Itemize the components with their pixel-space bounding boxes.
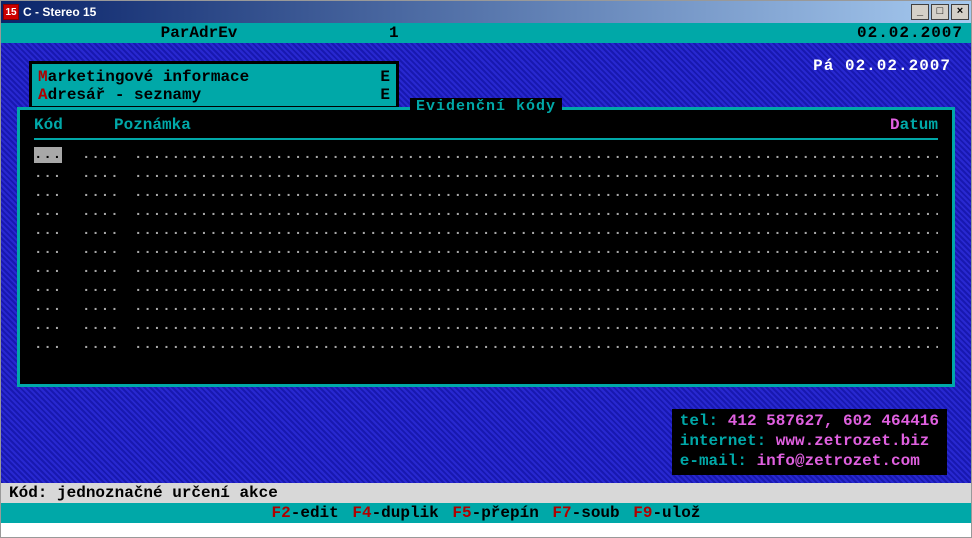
workspace: Pá 02.02.2007 Marketingové informace E A… (1, 43, 971, 483)
app-window: 15 C - Stereo 15 _ □ × ParAdrEv 1 02.02.… (0, 0, 972, 538)
fkey-f2-label: -edit (291, 504, 339, 522)
grid-row[interactable]: ........................................… (34, 146, 938, 165)
maximize-button[interactable]: □ (931, 4, 949, 20)
column-header-datum: Datum (858, 116, 938, 134)
fkey-f4-label: -duplik (372, 504, 439, 522)
mail-value: info@zetrozet.com (757, 452, 920, 470)
fkey-f7[interactable]: F7 (552, 504, 571, 522)
grid-row[interactable]: ........................................… (34, 298, 938, 317)
status-date: 02.02.2007 (589, 23, 963, 43)
mail-label: e-mail: (680, 452, 757, 470)
fkey-f7-label: -soub (572, 504, 620, 522)
menu-item[interactable]: Adresář - seznamy E (38, 86, 390, 104)
column-header-kod: Kód (34, 116, 114, 134)
grid-row[interactable]: ........................................… (34, 241, 938, 260)
dialog-evidencni-kody: Evidenční kódy Kód Poznámka Datum ......… (17, 107, 955, 387)
terminal-area: ParAdrEv 1 02.02.2007 Pá 02.02.2007 Mark… (1, 23, 971, 537)
dialog-title: Evidenční kódy (410, 98, 562, 115)
column-header-poznamka: Poznámka (114, 116, 858, 134)
tel-label: tel: (680, 412, 728, 430)
grid-row[interactable]: ........................................… (34, 203, 938, 222)
grid-row[interactable]: ........................................… (34, 260, 938, 279)
fkey-f9[interactable]: F9 (633, 504, 652, 522)
status-left: ParAdrEv (9, 23, 389, 43)
menu-label: dresář - seznamy (48, 86, 202, 104)
app-icon: 15 (3, 4, 19, 20)
minimize-button[interactable]: _ (911, 4, 929, 20)
grid-row[interactable]: ........................................… (34, 279, 938, 298)
menu-hotkey: A (38, 86, 48, 104)
grid-row[interactable]: ........................................… (34, 336, 938, 355)
menu-flag: E (380, 68, 390, 86)
menu-label: arketingové informace (48, 68, 250, 86)
fkey-f5-label: -přepín (472, 504, 539, 522)
status-mid: 1 (389, 23, 589, 43)
function-key-bar: F2-edit F4-duplik F5-přepín F7-soub F9-u… (1, 503, 971, 523)
grid-row[interactable]: ........................................… (34, 222, 938, 241)
top-status-bar: ParAdrEv 1 02.02.2007 (1, 23, 971, 43)
menu-item[interactable]: Marketingové informace E (38, 68, 390, 86)
fkey-f2[interactable]: F2 (272, 504, 291, 522)
header-rule (34, 138, 938, 140)
current-date: Pá 02.02.2007 (813, 57, 951, 75)
web-label: internet: (680, 432, 776, 450)
grid-row[interactable]: ........................................… (34, 165, 938, 184)
menu-hotkey: M (38, 68, 48, 86)
data-grid[interactable]: ........................................… (34, 146, 938, 355)
fkey-f9-label: -ulož (652, 504, 700, 522)
background-menu: Marketingové informace E Adresář - sezna… (29, 61, 399, 109)
hint-bar: Kód: jednoznačné určení akce (1, 483, 971, 503)
web-value: www.zetrozet.biz (776, 432, 930, 450)
fkey-f5[interactable]: F5 (452, 504, 471, 522)
tel-value: 412 587627, 602 464416 (728, 412, 939, 430)
close-button[interactable]: × (951, 4, 969, 20)
grid-row[interactable]: ........................................… (34, 184, 938, 203)
titlebar[interactable]: 15 C - Stereo 15 _ □ × (1, 1, 971, 23)
grid-cursor: ... (34, 146, 82, 165)
window-title: C - Stereo 15 (23, 5, 96, 19)
menu-flag: E (380, 86, 390, 104)
contact-box: tel: 412 587627, 602 464416 internet: ww… (672, 409, 947, 475)
grid-row[interactable]: ........................................… (34, 317, 938, 336)
fkey-f4[interactable]: F4 (352, 504, 371, 522)
